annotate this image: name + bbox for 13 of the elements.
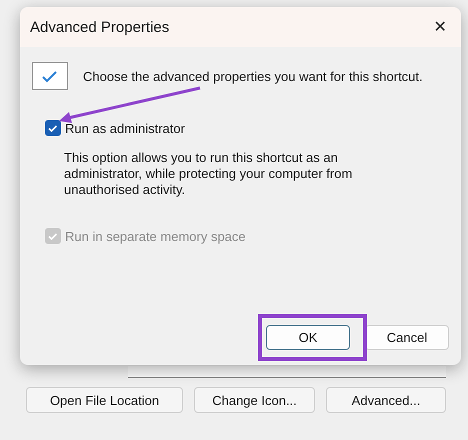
window-button[interactable]: Advanced... (326, 387, 446, 413)
window-title: Advanced Properties (30, 18, 170, 36)
window-button[interactable]: Open File Location (26, 387, 183, 413)
intro-text: Choose the advanced properties you want for this shortcut. (83, 68, 423, 84)
ok-button[interactable]: OK (266, 325, 350, 350)
checkbox-label: Run in separate memory space (65, 228, 246, 244)
checkbox[interactable] (45, 120, 61, 136)
checkbox-label: Run as administrator (65, 120, 185, 136)
window-button[interactable]: Change Icon... (194, 387, 315, 413)
checkmark-icon (32, 62, 68, 90)
cancel-button[interactable]: Cancel (365, 325, 449, 350)
option-description: This option allows you to run this shortcut as an administrator, while protecting your computer from unauthorised activity. (64, 150, 354, 198)
close-button[interactable]: ✕ (419, 7, 461, 47)
